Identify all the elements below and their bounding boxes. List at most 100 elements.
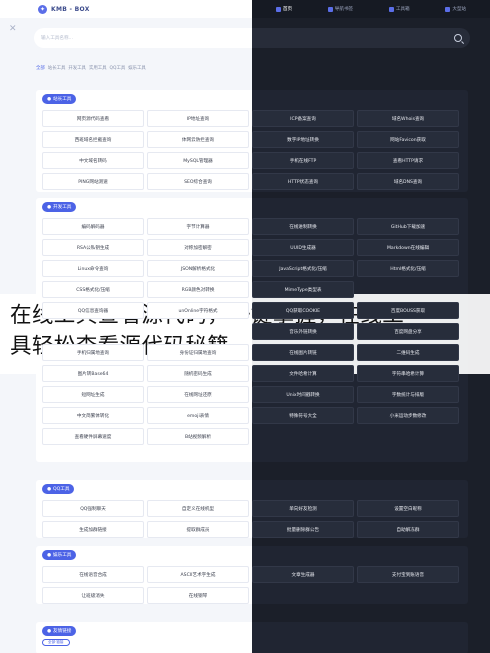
tool-button[interactable]: MySQL管理器 (147, 152, 249, 169)
tool-button[interactable]: B站视频解析 (147, 428, 249, 445)
tool-grid: QQ强制聊天 自定义在线机型 单向好友检测 设置空白昵称生成加群链接 提取群成员 批量删除… (42, 500, 459, 538)
tool-button[interactable]: Html格式化/压缩 (357, 260, 459, 277)
tool-button[interactable]: 编码解码器 (42, 218, 144, 235)
section-title-badge: ● 友情链接 (42, 626, 77, 636)
friend-links-tag[interactable]: 全部·链接 (42, 639, 70, 646)
tool-button[interactable]: 音乐外链转换 (252, 323, 354, 340)
game-icon: ● (47, 552, 52, 558)
search-input[interactable]: 输入工具名称... (34, 28, 252, 48)
section-qq-tools: ● QQ工具 QQ强制聊天 自定义在线机型 单向好友检测 设置空白昵称 生成加群链接 提取群成… (36, 480, 468, 538)
search-icon (454, 34, 462, 42)
tool-button[interactable]: 字符串哈希计算 (357, 365, 459, 382)
search-button[interactable] (252, 28, 470, 48)
tool-button[interactable]: 域名DNS查询 (357, 173, 459, 190)
tool-button[interactable]: 在线进制转换 (252, 218, 354, 235)
tool-button[interactable]: unOnline字符格式 (147, 302, 249, 319)
tool-button[interactable]: 二维码生成 (357, 344, 459, 361)
tool-button[interactable]: 在线图片转链 (252, 344, 354, 361)
tool-button[interactable]: 自定义在线机型 (147, 500, 249, 517)
nav-item-sites[interactable]: 大型站 (445, 6, 466, 12)
breadcrumb-item[interactable]: QQ工具 (110, 65, 126, 71)
tool-button[interactable]: 手机在线FTP (252, 152, 354, 169)
tool-button[interactable]: Linux命令查询 (42, 260, 144, 277)
tool-button[interactable]: 文章生成器 (252, 566, 354, 583)
tool-button[interactable]: UUID生成器 (252, 239, 354, 256)
tool-button[interactable]: 让班级消失 (42, 587, 144, 604)
tool-button[interactable]: 图片转Base64 (42, 365, 144, 382)
tool-button[interactable]: 提取群成员 (147, 521, 249, 538)
tool-button[interactable]: 数字IP地址转换 (252, 131, 354, 148)
tool-button[interactable]: 域名Whois查询 (357, 110, 459, 127)
tool-button[interactable]: 西班域名拦截查询 (42, 131, 144, 148)
tool-button[interactable]: 字节计算器 (147, 218, 249, 235)
tool-button[interactable]: GitHub下载加速 (357, 218, 459, 235)
tool-button[interactable]: Markdown在线编辑 (357, 239, 459, 256)
breadcrumb-item[interactable]: 站长工具 (48, 65, 66, 71)
section-title: 友情链接 (53, 629, 72, 634)
tool-button[interactable]: 中文域名转码 (42, 152, 144, 169)
section-title: 娱乐工具 (53, 553, 72, 558)
tool-button[interactable]: 在线网址还原 (147, 386, 249, 403)
search-bar[interactable]: 输入工具名称... (34, 28, 470, 48)
tool-button[interactable]: 随机密码生成 (147, 365, 249, 382)
tool-button[interactable]: 在线语音合成 (42, 566, 144, 583)
nav-item-toolbox[interactable]: 工具箱 (388, 6, 410, 12)
section-title-badge: ● 娱乐工具 (42, 550, 77, 560)
nav-item-home[interactable]: 首页 (275, 6, 292, 12)
tool-button[interactable]: JavaScript格式化/压缩 (252, 260, 354, 277)
tool-button[interactable]: Unix时间戳转换 (252, 386, 354, 403)
tool-button[interactable]: 身份证归属地查询 (147, 344, 249, 361)
tool-button[interactable]: IP地址查询 (147, 110, 249, 127)
tool-grid: 编码解码器 字节计算器 在线进制转换 GitHub下载加速 RSA公私钥生成 对称加密解密… (42, 218, 459, 445)
tool-button[interactable]: PING网站测速 (42, 173, 144, 190)
tool-button[interactable]: 特殊符号大全 (252, 407, 354, 424)
tool-button[interactable]: CSS格式化/压缩 (42, 281, 144, 298)
tool-button[interactable]: 百度BOUSS获取 (357, 302, 459, 319)
tool-button[interactable]: RGB颜色对转换 (147, 281, 249, 298)
close-icon[interactable]: ✕ (9, 24, 17, 34)
tool-button[interactable]: JSON解析格式化 (147, 260, 249, 277)
section-title-badge: ● 开发工具 (42, 202, 77, 212)
tool-button[interactable]: 网站Favicon获取 (357, 131, 459, 148)
tool-grid: 网页源代码查看 IP地址查询 ICP备案查询 域名Whois查询西班域名拦截查询 体网云… (42, 110, 459, 190)
tool-button[interactable]: 百度网盘分享 (357, 323, 459, 340)
tool-button[interactable]: HTTP状态查询 (252, 173, 354, 190)
tool-button[interactable]: 手机归属地查询 (42, 344, 144, 361)
tool-button[interactable]: 对称加密解密 (147, 239, 249, 256)
nav-item-bookmarks[interactable]: 导航书签 (327, 6, 353, 12)
tool-button[interactable]: QQ信息查询器 (42, 302, 144, 319)
tool-button[interactable]: RSA公私钥生成 (42, 239, 144, 256)
tool-button[interactable]: SEO综合查询 (147, 173, 249, 190)
section-title: QQ工具 (53, 487, 70, 492)
tool-button[interactable]: MimeType类型表 (252, 281, 354, 298)
logo-icon: ✦ (38, 4, 47, 14)
tool-button[interactable]: 生成加群链接 (42, 521, 144, 538)
link-icon: ● (47, 628, 52, 634)
tool-button[interactable]: QQ获取COOKIE (252, 302, 354, 319)
tool-button[interactable]: 在线钢琴 (147, 587, 249, 604)
breadcrumb: 全部 站长工具 开发工具 实用工具 QQ工具 娱乐工具 (36, 65, 146, 71)
tool-button[interactable]: QQ强制聊天 (42, 500, 144, 517)
tool-button[interactable]: 查看硬件屏幕速度 (42, 428, 144, 445)
tool-button[interactable]: 自助解冻群 (357, 521, 459, 538)
tool-button[interactable]: 小米运动步数修改 (357, 407, 459, 424)
tool-button[interactable]: 体网云防拦查询 (147, 131, 249, 148)
breadcrumb-item[interactable]: 实用工具 (89, 65, 107, 71)
tool-button[interactable]: 支付宝到账语音 (357, 566, 459, 583)
breadcrumb-item[interactable]: 娱乐工具 (128, 65, 146, 71)
tool-button[interactable]: 网页源代码查看 (42, 110, 144, 127)
tool-button[interactable]: 查看HTTP请求 (357, 152, 459, 169)
tool-button[interactable]: ASCII艺术字生成 (147, 566, 249, 583)
breadcrumb-item[interactable]: 开发工具 (68, 65, 86, 71)
tool-button[interactable]: emoji表情 (147, 407, 249, 424)
breadcrumb-item-all[interactable]: 全部 (36, 65, 45, 71)
tool-button[interactable]: 中文简繁体转化 (42, 407, 144, 424)
tool-button[interactable]: 批量删除群公告 (252, 521, 354, 538)
tool-button[interactable]: 短网址生成 (42, 386, 144, 403)
tool-button[interactable]: 文件哈希计算 (252, 365, 354, 382)
section-fun-tools: ● 娱乐工具在线语音合成 ASCII艺术字生成 文章生成器 支付宝到账语音让班级消失 在线… (36, 546, 468, 604)
tool-button[interactable]: 设置空白昵称 (357, 500, 459, 517)
tool-button[interactable]: 单向好友检测 (252, 500, 354, 517)
tool-button[interactable]: 字数统计与排版 (357, 386, 459, 403)
tool-button[interactable]: ICP备案查询 (252, 110, 354, 127)
